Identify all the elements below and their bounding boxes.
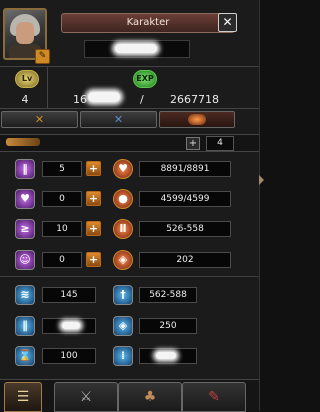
level-badge-icon: Lv	[15, 70, 39, 88]
blue-x-icon[interactable]: ✕	[80, 111, 157, 128]
section-divider	[0, 276, 259, 277]
redacted-name	[115, 44, 157, 53]
redacted-attack-speed	[62, 322, 80, 329]
heart-icon: ♥	[113, 159, 133, 179]
pencil-icon[interactable]: ✎	[35, 49, 50, 64]
dexterity-value: 10	[42, 221, 82, 237]
bottom-tab-bar: ☰ ⚔ ♣ ✎	[0, 379, 259, 412]
close-button[interactable]: ✕	[218, 13, 237, 32]
magic-defense-icon: ◈	[113, 316, 133, 336]
cast-speed-value: 100	[42, 348, 96, 364]
divider	[47, 67, 48, 108]
dodge-icon: ⁞	[113, 346, 133, 366]
move-speed-value: 145	[42, 287, 96, 303]
character-name-field	[84, 40, 190, 58]
magic-attack-icon: †	[113, 285, 133, 305]
level-exp-panel: Lv EXP 4 16 / 2667718	[0, 66, 259, 109]
window-title: Karakter	[126, 17, 170, 28]
cast-speed-icon: ⌛	[15, 346, 35, 366]
quest-icon[interactable]: ✎	[182, 382, 246, 412]
vitality-plus-button[interactable]: +	[86, 191, 101, 206]
title-bar[interactable]: Karakter	[61, 13, 235, 33]
redacted-dodge	[156, 352, 176, 359]
magic-attack-value: 562-588	[139, 287, 197, 303]
redacted-exp	[88, 92, 120, 102]
exp-badge-icon: EXP	[133, 70, 157, 88]
vitality-value: 0	[42, 191, 82, 207]
intelligence-value: 0	[42, 252, 82, 268]
intelligence-icon: ☺	[15, 250, 35, 270]
strength-value: 5	[42, 161, 82, 177]
exp-max: 2667718	[170, 93, 219, 106]
expand-arrow-icon[interactable]	[259, 175, 264, 185]
defense-shield-icon: ◈	[113, 250, 133, 270]
strength-icon: ‖	[15, 159, 35, 179]
character-window: ✎ Karakter ✕ Lv EXP 4 16 / 2667718 ✕ ✕ +…	[0, 0, 260, 412]
stat-points-value: 4	[206, 136, 234, 151]
strength-plus-button[interactable]: +	[86, 161, 101, 176]
points-plus-button[interactable]: +	[186, 137, 200, 150]
attack-value: 526-558	[139, 221, 231, 237]
vitality-heart-icon: ♥	[15, 189, 35, 209]
status-tabs: ✕ ✕	[0, 111, 259, 128]
defense-value: 202	[139, 252, 231, 268]
sword-bar-icon	[6, 138, 40, 146]
intelligence-plus-button[interactable]: +	[86, 252, 101, 267]
emotions-icon[interactable]: ♣	[118, 382, 182, 412]
exp-separator: /	[140, 93, 144, 106]
mp-value: 4599/4599	[139, 191, 231, 207]
attack-icon: Ⅱ	[113, 219, 133, 239]
magic-defense-value: 250	[139, 318, 197, 334]
crossed-swords-icon[interactable]: ✕	[1, 111, 78, 128]
orange-gem-icon[interactable]	[159, 111, 235, 128]
portrait-face	[16, 22, 34, 44]
dexterity-icon: ≥	[15, 219, 35, 239]
gem-shape	[188, 114, 206, 125]
character-card-icon[interactable]: ☰	[4, 382, 42, 412]
hp-value: 8891/8891	[139, 161, 231, 177]
level-value: 4	[21, 93, 29, 106]
attack-speed-icon: ∥	[15, 316, 35, 336]
move-speed-icon: ≋	[15, 285, 35, 305]
stat-points-row: + 4	[0, 134, 259, 152]
mana-icon: ●	[113, 189, 133, 209]
skills-sword-icon[interactable]: ⚔	[54, 382, 118, 412]
dexterity-plus-button[interactable]: +	[86, 221, 101, 236]
